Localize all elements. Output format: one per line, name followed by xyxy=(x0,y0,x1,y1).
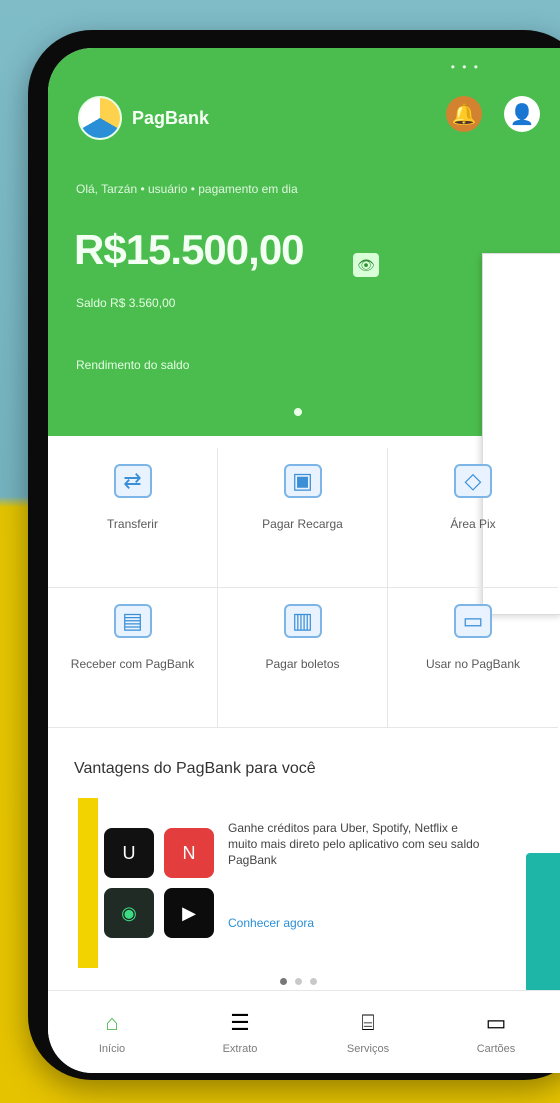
transfer-icon: ⇄ xyxy=(113,464,152,498)
promo-accent-bar xyxy=(78,798,98,968)
balance-amount: R$15.500,00 xyxy=(74,226,305,273)
nav-cards[interactable]: ▭ Cartões xyxy=(441,1009,551,1055)
card-icon: ▭ xyxy=(485,1010,507,1035)
action-label: Transferir xyxy=(107,517,158,531)
carousel-dot-active[interactable] xyxy=(280,978,287,985)
brand-logo-icon xyxy=(78,96,122,140)
nav-label: Extrato xyxy=(222,1043,258,1055)
promo-tiles: U N ◉ ▶ xyxy=(104,828,214,938)
section-title: Vantagens do PagBank para você xyxy=(74,760,316,777)
action-transfer[interactable]: ⇄ Transferir xyxy=(48,448,218,588)
nav-label: Cartões xyxy=(476,1043,516,1055)
card-icon: ▭ xyxy=(454,604,492,638)
spotify-icon: ◉ xyxy=(104,888,154,938)
promo-card[interactable]: U N ◉ ▶ Ganhe créditos para Uber, Spotif… xyxy=(78,798,560,998)
receive-icon: ▤ xyxy=(113,604,152,638)
netflix-icon: N xyxy=(164,828,214,878)
statement-icon: ☰ xyxy=(230,1010,250,1035)
store-icon: ⌸ xyxy=(361,1010,375,1035)
bell-icon[interactable]: 🔔 xyxy=(446,96,482,132)
header-actions: 🔔 👤 xyxy=(446,96,540,132)
wallet-icon: ▣ xyxy=(283,464,322,498)
pix-icon: ◇ xyxy=(454,464,492,498)
promo-side-accent xyxy=(526,853,560,998)
nav-services[interactable]: ⌸ Serviços xyxy=(313,1009,423,1055)
action-label: Pagar boletos xyxy=(265,657,340,671)
brand: PagBank xyxy=(78,96,209,140)
action-label: Usar no PagBank xyxy=(425,657,521,671)
header-pager-dot[interactable] xyxy=(294,408,302,416)
action-grid: ⇄ Transferir ▣ Pagar Recarga ◇ Área Pix … xyxy=(48,448,560,728)
user-icon[interactable]: 👤 xyxy=(504,96,540,132)
nav-label: Início xyxy=(98,1043,126,1055)
barcode-icon: ▥ xyxy=(283,604,322,638)
action-pay-recharge[interactable]: ▣ Pagar Recarga xyxy=(218,448,388,588)
nav-label: Serviços xyxy=(346,1043,390,1055)
status-bar: • • • xyxy=(450,60,480,74)
home-icon: ⌂ xyxy=(105,1010,119,1035)
uber-icon: U xyxy=(104,828,154,878)
app-screen: • • • PagBank 🔔 👤 Olá, Tarzán • usuário … xyxy=(48,48,560,1073)
app-name: PagBank xyxy=(132,107,210,128)
greeting-text: Olá, Tarzán • usuário • pagamento em dia xyxy=(76,182,298,196)
balance-subline: Saldo R$ 3.560,00 xyxy=(76,296,176,310)
promo-text: Ganhe créditos para Uber, Spotify, Netfl… xyxy=(228,821,480,867)
action-label: Receber com PagBank xyxy=(70,657,195,671)
carousel-dot[interactable] xyxy=(310,978,317,985)
action-label: Área Pix xyxy=(450,517,496,531)
promo-link[interactable]: Conhecer agora xyxy=(228,916,314,930)
action-pix[interactable]: ◇ Área Pix xyxy=(388,448,558,588)
nav-statement[interactable]: ☰ Extrato xyxy=(185,1009,295,1055)
video-icon: ▶ xyxy=(164,888,214,938)
promo-carousel-dots[interactable] xyxy=(280,978,317,985)
action-row-1: ⇄ Transferir ▣ Pagar Recarga ◇ Área Pix xyxy=(48,448,560,588)
action-receive[interactable]: ▤ Receber com PagBank xyxy=(48,588,218,728)
carousel-dot[interactable] xyxy=(295,978,302,985)
yield-text: Rendimento do saldo xyxy=(76,358,190,372)
action-label: Pagar Recarga xyxy=(262,517,343,531)
toggle-balance-visibility-button[interactable]: 👁 xyxy=(353,253,379,277)
action-pay-bills[interactable]: ▥ Pagar boletos xyxy=(218,588,388,728)
action-row-2: ▤ Receber com PagBank ▥ Pagar boletos ▭ … xyxy=(48,588,560,728)
nav-home[interactable]: ⌂ Início xyxy=(57,1009,167,1055)
bottom-nav: ⌂ Início ☰ Extrato ⌸ Serviços ▭ Cartões xyxy=(48,990,560,1073)
action-use-pagbank[interactable]: ▭ Usar no PagBank xyxy=(388,588,558,728)
